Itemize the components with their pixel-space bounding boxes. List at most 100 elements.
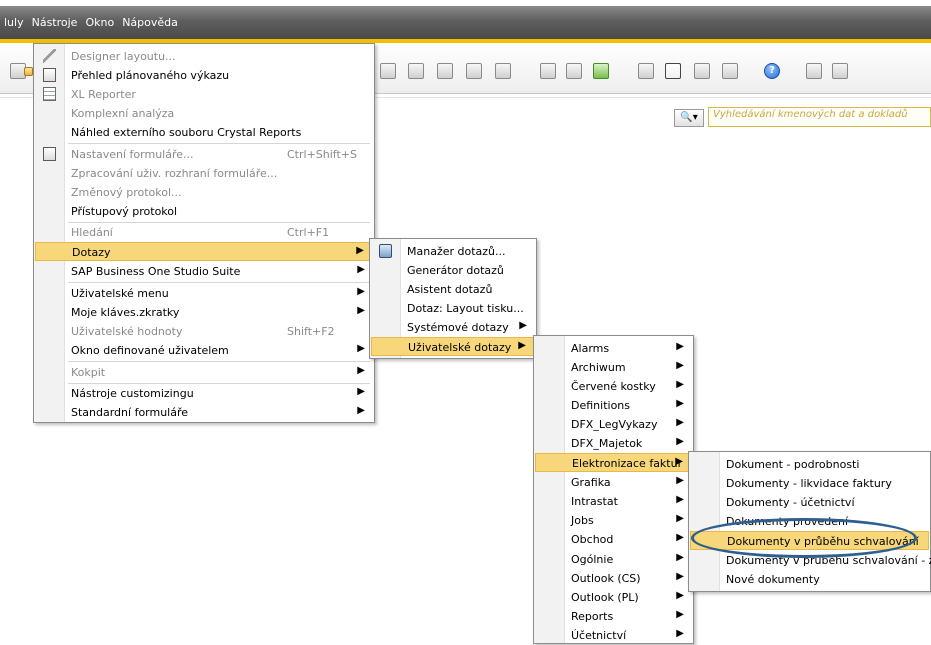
search-icon: 🔍▾ bbox=[680, 112, 698, 123]
submenu-arrow-icon: ▶ bbox=[676, 436, 684, 447]
submenu-arrow-icon: ▶ bbox=[357, 305, 365, 316]
menu-item-dfx-legvykazy[interactable]: DFX_LegVykazy ▶ bbox=[535, 415, 692, 434]
menu-item-schvalovani-zbozi[interactable]: Dokumenty v průběhu schvalování - zboží bbox=[690, 551, 931, 570]
menu-item-crystal-reports[interactable]: Náhled externího souboru Crystal Reports bbox=[35, 123, 373, 142]
search-button[interactable]: 🔍▾ bbox=[674, 109, 704, 127]
toolbar-calendar-icon[interactable] bbox=[638, 63, 654, 79]
submenu-arrow-icon: ▶ bbox=[676, 590, 684, 601]
menu-item-dokument-podrobnosti[interactable]: Dokument - podrobnosti bbox=[690, 455, 929, 474]
submenu-arrow-icon: ▶ bbox=[676, 417, 684, 428]
menu-item-xl-reporter[interactable]: XL Reporter bbox=[35, 85, 373, 104]
submenu-arrow-icon: ▶ bbox=[357, 286, 365, 297]
query-manager-icon bbox=[379, 244, 392, 258]
menu-item-layout-tisku[interactable]: Dotaz: Layout tisku... bbox=[371, 299, 535, 318]
menu-item-manazer-dotazu[interactable]: Manažer dotazů... bbox=[371, 242, 535, 261]
submenu-arrow-icon: ▶ bbox=[676, 609, 684, 620]
report-icon bbox=[43, 68, 56, 82]
toolbar-table-icon[interactable] bbox=[466, 63, 482, 79]
menu-item-jobs[interactable]: Jobs ▶ bbox=[535, 511, 692, 530]
menu-item-generator-dotazu[interactable]: Generátor dotazů bbox=[371, 261, 535, 280]
menu-moduly[interactable]: luly bbox=[0, 16, 28, 29]
toolbar-refresh-icon[interactable] bbox=[593, 63, 609, 79]
menu-item-kokpit[interactable]: Kokpit ▶ bbox=[35, 363, 373, 382]
submenu-arrow-icon: ▶ bbox=[676, 360, 684, 371]
menu-item-okno-definovane[interactable]: Okno definované uživatelem ▶ bbox=[35, 341, 373, 360]
menu-item-uzivatelske-menu[interactable]: Uživatelské menu ▶ bbox=[35, 284, 373, 303]
menu-item-standardni-formulare[interactable]: Standardní formuláře ▶ bbox=[35, 403, 373, 422]
menu-item-alarms[interactable]: Alarms ▶ bbox=[535, 339, 692, 358]
submenu-arrow-icon: ▶ bbox=[676, 571, 684, 582]
menu-separator bbox=[68, 282, 370, 283]
submenu-arrow-icon: ▶ bbox=[675, 456, 683, 467]
submenu-arrow-icon: ▶ bbox=[357, 386, 365, 397]
menu-item-nastaveni-formulare[interactable]: Nastavení formuláře... Ctrl+Shift+S bbox=[35, 145, 373, 164]
toolbar-print-icon[interactable] bbox=[408, 63, 424, 79]
toolbar-window-b-icon[interactable] bbox=[832, 63, 848, 79]
menu-item-hledani[interactable]: Hledání Ctrl+F1 bbox=[35, 223, 373, 242]
menu-item-dokumenty-ucetnictvi[interactable]: Dokumenty - účetnictví bbox=[690, 493, 929, 512]
queries-submenu: Manažer dotazů... Generátor dotazů Asist… bbox=[369, 238, 537, 359]
submenu-arrow-icon: ▶ bbox=[357, 264, 365, 275]
menu-item-dotazy[interactable]: Dotazy ▶ bbox=[35, 242, 373, 261]
toolbar-settings-icon[interactable] bbox=[566, 63, 582, 79]
menu-item-systemove-dotazy[interactable]: Systémové dotazy ▶ bbox=[371, 318, 535, 337]
submenu-arrow-icon: ▶ bbox=[676, 552, 684, 563]
toolbar-doc-icon[interactable] bbox=[380, 63, 396, 79]
submenu-arrow-icon: ▶ bbox=[676, 532, 684, 543]
toolbar-mail-icon[interactable] bbox=[665, 63, 681, 79]
submenu-arrow-icon: ▶ bbox=[676, 628, 684, 639]
submenu-arrow-icon: ▶ bbox=[676, 398, 684, 409]
submenu-arrow-icon: ▶ bbox=[676, 341, 684, 352]
menu-item-zpracovani-rozhrani[interactable]: Zpracování uživ. rozhraní formuláře... bbox=[35, 164, 373, 183]
menu-item-dokumenty-schvalovani[interactable]: Dokumenty v průběhu schvalování bbox=[690, 531, 929, 550]
menu-item-prehled-vykazu[interactable]: Přehled plánovaného výkazu bbox=[35, 66, 373, 85]
search-input[interactable]: Vyhledávání kmenových dat a dokladů bbox=[708, 107, 931, 127]
menu-item-outlook-cs[interactable]: Outlook (CS) ▶ bbox=[535, 569, 692, 588]
menu-item-cervene-kostky[interactable]: Červené kostky ▶ bbox=[535, 377, 692, 396]
toolbar-edit-icon[interactable] bbox=[540, 63, 556, 79]
menu-item-nastroje-customizingu[interactable]: Nástroje customizingu ▶ bbox=[35, 384, 373, 403]
menu-item-nove-dokumenty[interactable]: Nové dokumenty bbox=[690, 570, 929, 589]
toolbar-network-icon[interactable] bbox=[722, 63, 738, 79]
toolbar-window-a-icon[interactable] bbox=[806, 63, 822, 79]
menu-item-ogolnie[interactable]: Ogólnie ▶ bbox=[535, 550, 692, 569]
menu-item-zmenovy-protokol[interactable]: Změnový protokol... bbox=[35, 183, 373, 202]
submenu-arrow-icon: ▶ bbox=[357, 365, 365, 376]
menu-item-grafika[interactable]: Grafika ▶ bbox=[535, 473, 692, 492]
menu-item-archiwum[interactable]: Archiwum ▶ bbox=[535, 358, 692, 377]
menu-item-outlook-pl[interactable]: Outlook (PL) ▶ bbox=[535, 588, 692, 607]
menu-item-dokumenty-provedeni[interactable]: Dokumenty provedení bbox=[690, 512, 929, 531]
submenu-arrow-icon: ▶ bbox=[357, 343, 365, 354]
menu-item-dfx-majetok[interactable]: DFX_Majetok ▶ bbox=[535, 434, 692, 453]
menu-item-reports[interactable]: Reports ▶ bbox=[535, 607, 692, 626]
menu-item-uzivatelske-hodnoty[interactable]: Uživatelské hodnoty Shift+F2 bbox=[35, 322, 373, 341]
menu-item-likvidace-faktury[interactable]: Dokumenty - likvidace faktury bbox=[690, 474, 929, 493]
menu-item-uzivatelske-dotazy[interactable]: Uživatelské dotazy ▶ bbox=[371, 337, 535, 356]
submenu-arrow-icon: ▶ bbox=[357, 405, 365, 416]
menu-item-designer-layoutu[interactable]: Designer layoutu... bbox=[35, 47, 373, 66]
einvoice-submenu: Dokument - podrobnosti Dokumenty - likvi… bbox=[688, 451, 931, 592]
menu-okno[interactable]: Okno bbox=[81, 16, 118, 29]
toolbar-sheet-icon[interactable] bbox=[694, 63, 710, 79]
submenu-arrow-icon: ▶ bbox=[519, 320, 527, 331]
menu-item-studio-suite[interactable]: SAP Business One Studio Suite ▶ bbox=[35, 262, 373, 281]
menu-item-intrastat[interactable]: Intrastat ▶ bbox=[535, 492, 692, 511]
menu-item-klavesove-zkratky[interactable]: Moje kláves.zkratky ▶ bbox=[35, 303, 373, 322]
menu-item-obchod[interactable]: Obchod ▶ bbox=[535, 530, 692, 549]
menu-item-ucetnictvi[interactable]: Účetnictví ▶ bbox=[535, 626, 692, 645]
menu-napoveda[interactable]: Nápověda bbox=[118, 16, 182, 29]
menu-nastroje[interactable]: Nástroje bbox=[28, 16, 82, 29]
menu-item-asistent-dotazu[interactable]: Asistent dotazů bbox=[371, 280, 535, 299]
toolbar-chart-icon[interactable] bbox=[437, 63, 453, 79]
submenu-arrow-icon: ▶ bbox=[676, 494, 684, 505]
menu-item-elektronizace-faktur[interactable]: Elektronizace faktur ▶ bbox=[535, 453, 692, 472]
menu-item-pristupovy-protokol[interactable]: Přístupový protokol bbox=[35, 202, 373, 221]
menu-item-definitions[interactable]: Definitions ▶ bbox=[535, 396, 692, 415]
submenu-arrow-icon: ▶ bbox=[676, 513, 684, 524]
help-icon[interactable] bbox=[764, 63, 780, 79]
submenu-arrow-icon: ▶ bbox=[676, 379, 684, 390]
toolbar-filter-icon[interactable] bbox=[495, 63, 511, 79]
submenu-arrow-icon: ▶ bbox=[676, 475, 684, 486]
lock-icon bbox=[24, 67, 33, 76]
menu-item-komplexni-analyza[interactable]: Komplexní analýza bbox=[35, 104, 373, 123]
